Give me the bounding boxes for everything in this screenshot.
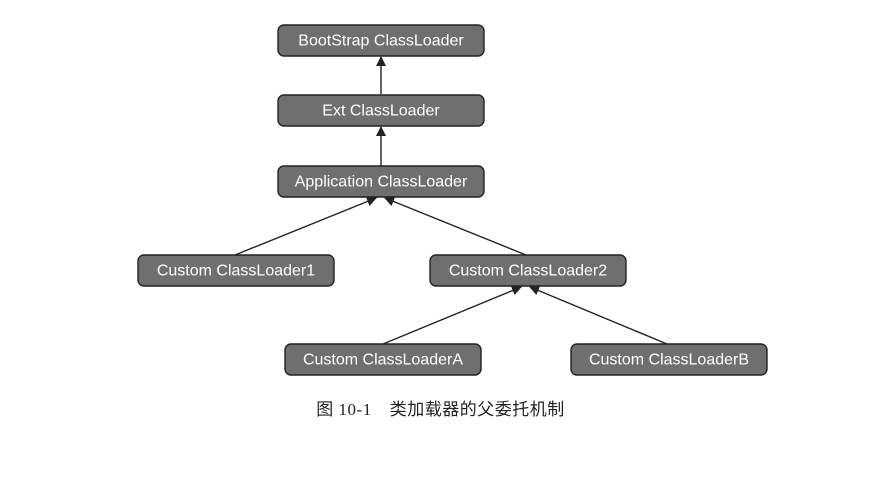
edge-custom1-to-application	[234, 196, 377, 256]
node-custom-classloader1: Custom ClassLoader1	[137, 254, 335, 287]
node-label: Ext ClassLoader	[322, 103, 440, 120]
node-ext-classloader: Ext ClassLoader	[277, 94, 485, 127]
node-bootstrap-classloader: BootStrap ClassLoader	[277, 24, 485, 57]
edge-customB-to-custom2	[529, 285, 668, 345]
node-application-classloader: Application ClassLoader	[277, 165, 485, 198]
node-custom-classloader2: Custom ClassLoader2	[429, 254, 627, 287]
node-custom-classloaderA: Custom ClassLoaderA	[284, 343, 482, 376]
node-label: Custom ClassLoaderB	[589, 352, 749, 369]
node-label: Custom ClassLoaderA	[303, 352, 463, 369]
node-label: Application ClassLoader	[295, 174, 468, 191]
node-label: Custom ClassLoader2	[449, 263, 607, 280]
node-label: BootStrap ClassLoader	[298, 33, 464, 50]
figure-caption: 图 10-1 类加载器的父委托机制	[0, 395, 881, 420]
node-label: Custom ClassLoader1	[157, 263, 315, 280]
figure-number: 图 10-1	[316, 400, 372, 419]
figure-title: 类加载器的父委托机制	[389, 400, 565, 419]
edge-customA-to-custom2	[382, 285, 522, 345]
edge-custom2-to-application	[384, 196, 527, 256]
node-custom-classloaderB: Custom ClassLoaderB	[570, 343, 768, 376]
